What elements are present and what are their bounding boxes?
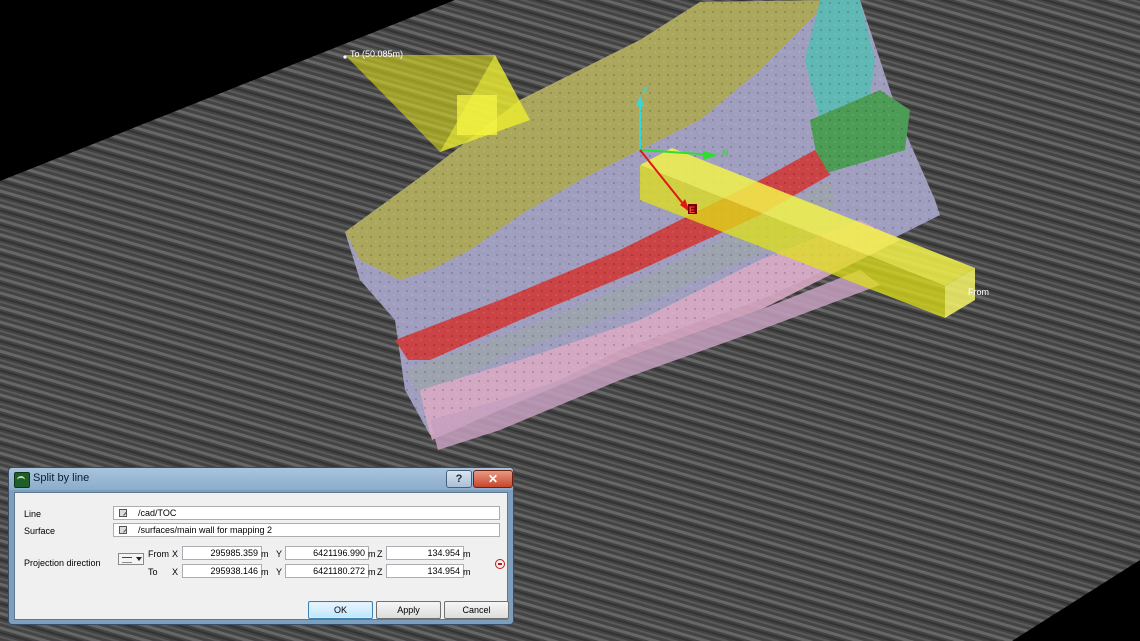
from-x-input[interactable]: 295985.359 <box>182 546 262 560</box>
line-label: Line <box>24 509 42 519</box>
surface-object-icon <box>119 526 127 534</box>
from-y-label: Y <box>276 549 283 559</box>
line-value: /cad/TOC <box>138 508 177 518</box>
help-button[interactable]: ? <box>446 470 472 488</box>
cancel-button[interactable]: Cancel <box>444 601 509 619</box>
split-by-line-dialog: Split by line ? ✕ Line /cad/TOC Surface … <box>8 467 514 625</box>
line-object-icon <box>119 509 127 517</box>
to-x-unit: m <box>261 567 269 577</box>
to-z-input[interactable]: 134.954 <box>386 564 464 578</box>
from-label: From <box>968 287 989 297</box>
to-point-marker <box>343 55 347 59</box>
to-y-input[interactable]: 6421180.272 <box>285 564 369 578</box>
dialog-body: Line /cad/TOC Surface /surfaces/main wal… <box>14 492 509 620</box>
dialog-title: Split by line <box>33 472 90 484</box>
surface-field[interactable]: /surfaces/main wall for mapping 2 <box>113 523 500 537</box>
surface-value: /surfaces/main wall for mapping 2 <box>138 525 273 535</box>
dialog-titlebar[interactable]: Split by line ? ✕ <box>9 468 513 490</box>
to-z-label: Z <box>377 567 383 577</box>
from-y-unit: m <box>368 549 376 559</box>
from-z-input[interactable]: 134.954 <box>386 546 464 560</box>
to-label: To (50.085m) <box>350 49 403 59</box>
axis-e-label: E <box>689 205 695 215</box>
from-row-label: From <box>148 549 169 559</box>
apply-button[interactable]: Apply <box>376 601 441 619</box>
close-button[interactable]: ✕ <box>473 470 513 488</box>
from-z-unit: m <box>463 549 471 559</box>
axis-z-label: Z <box>642 86 648 96</box>
app-logo-icon <box>14 472 30 488</box>
to-y-label: Y <box>276 567 283 577</box>
surface-label: Surface <box>24 526 56 536</box>
to-x-label: X <box>172 567 179 577</box>
ok-button[interactable]: OK <box>308 601 373 619</box>
projection-direction-icon <box>122 557 132 563</box>
from-x-label: X <box>172 549 179 559</box>
projection-direction-dropdown[interactable] <box>118 553 144 565</box>
from-x-unit: m <box>261 549 269 559</box>
from-z-label: Z <box>377 549 383 559</box>
line-field[interactable]: /cad/TOC <box>113 506 500 520</box>
to-z-unit: m <box>463 567 471 577</box>
to-x-input[interactable]: 295938.146 <box>182 564 262 578</box>
to-y-unit: m <box>368 567 376 577</box>
projection-direction-label: Projection direction <box>24 558 101 568</box>
remove-direction-icon[interactable] <box>495 559 505 569</box>
from-y-input[interactable]: 6421196.990 <box>285 546 369 560</box>
axis-n-label: N <box>722 148 729 158</box>
chevron-down-icon <box>136 557 142 561</box>
to-row-label: To <box>148 567 158 577</box>
